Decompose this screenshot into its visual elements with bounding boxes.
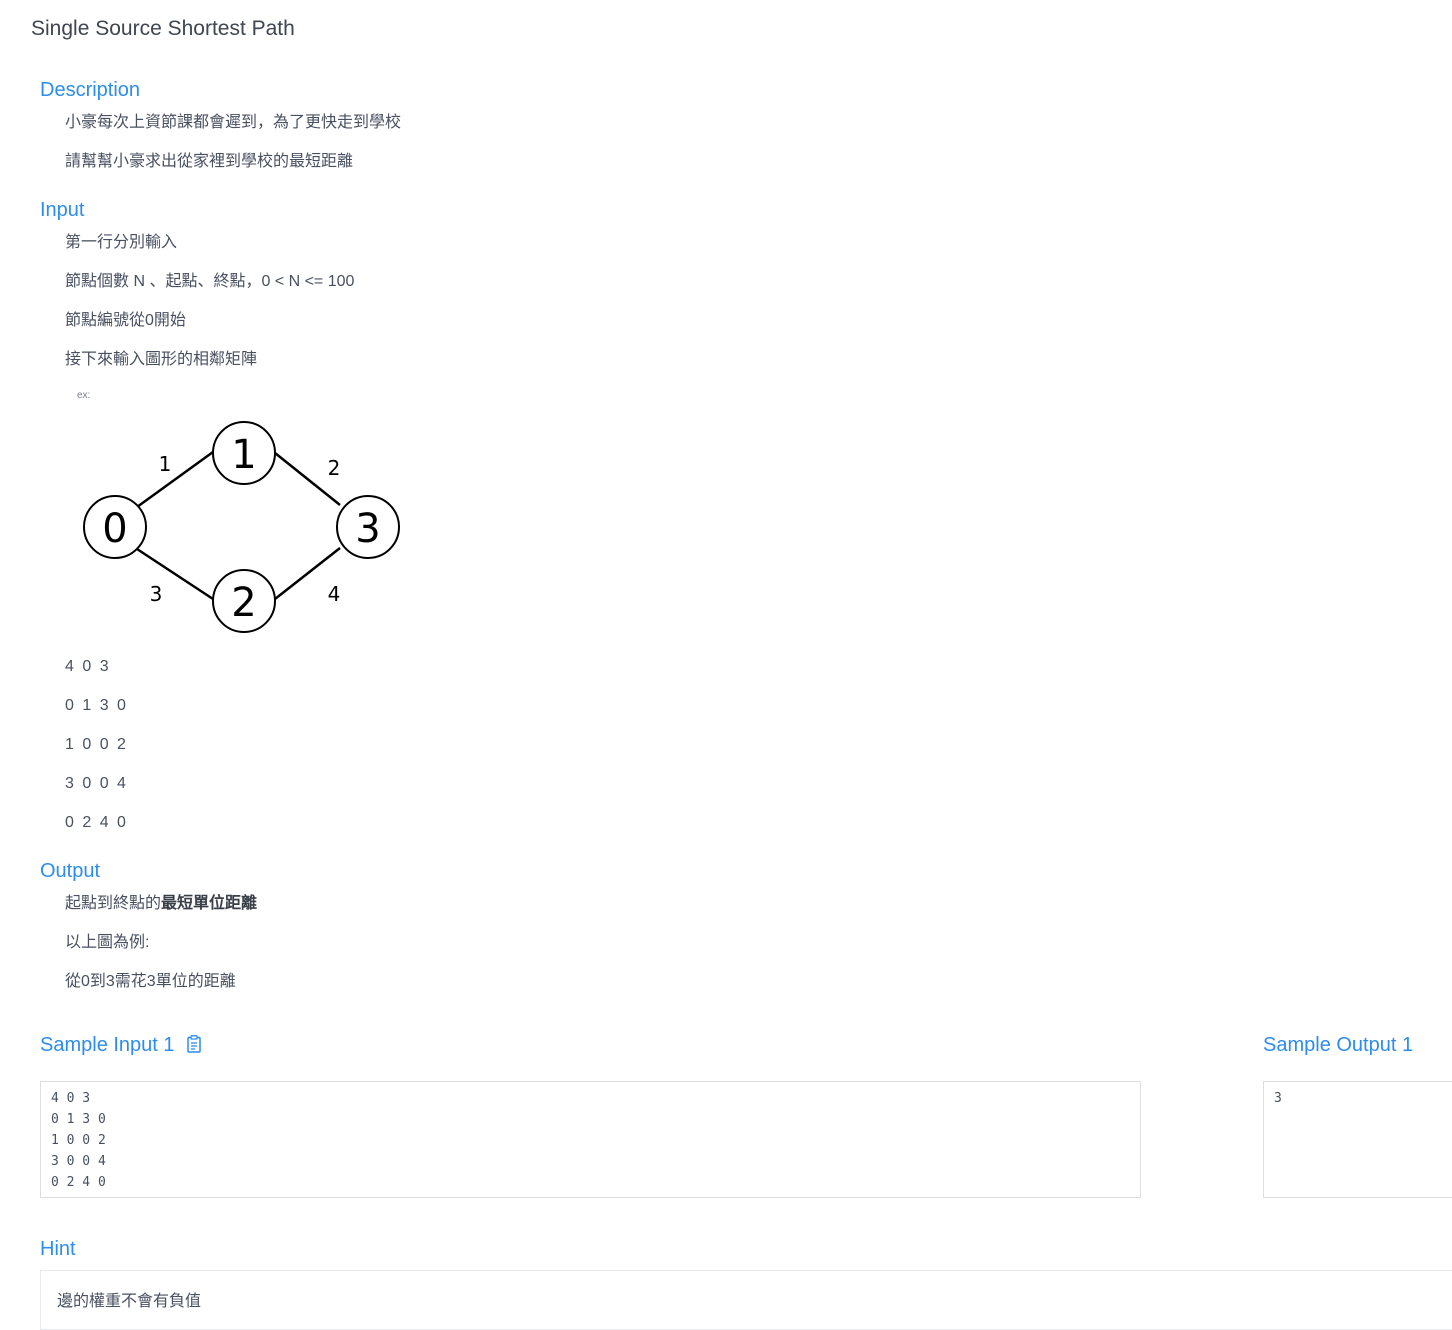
- description-heading: Description: [40, 79, 141, 101]
- matrix-line: 3 0 0 4: [65, 775, 128, 792]
- graph-edge: [136, 450, 214, 509]
- graph-node-label: 0: [102, 506, 127, 552]
- input-paragraph: 節點個數 N 、起點、終點，0 < N <= 100: [65, 273, 355, 290]
- input-heading: Input: [40, 199, 85, 221]
- hint-text: 邊的權重不會有負值: [57, 1293, 202, 1310]
- sample-output-box[interactable]: 3: [1263, 1081, 1452, 1198]
- matrix-line: 0 2 4 0: [65, 814, 128, 831]
- graph-node-label: 2: [231, 580, 256, 626]
- output-heading: Output: [40, 860, 101, 882]
- graph-edge-weight: 3: [150, 582, 163, 606]
- input-paragraph: 接下來輸入圖形的相鄰矩陣: [65, 351, 258, 368]
- input-paragraph: 節點編號從0開始: [65, 312, 186, 329]
- input-paragraph: 第一行分別輸入: [65, 234, 178, 251]
- graph-edge-weight: 1: [159, 452, 172, 476]
- clipboard-icon[interactable]: [186, 1035, 201, 1053]
- sample-input-title: Sample Input 1: [40, 1034, 175, 1056]
- sample-input-box[interactable]: 4 0 3 0 1 3 0 1 0 0 2 3 0 0 4 0 2 4 0: [40, 1081, 1141, 1198]
- output-bold-text: 最短單位距離: [161, 895, 258, 912]
- matrix-line: 1 0 0 2: [65, 736, 128, 753]
- description-paragraph: 小豪每次上資節課都會遲到，為了更快走到學校: [65, 114, 402, 131]
- sample-input-heading: Sample Input 1: [40, 1034, 201, 1057]
- hint-box: 邊的權重不會有負值: [40, 1270, 1452, 1330]
- output-text: 起點到終點的: [65, 895, 162, 912]
- output-paragraph: 從0到3需花3單位的距離: [65, 973, 236, 990]
- graph-node-label: 1: [231, 432, 256, 478]
- matrix-line: 0 1 3 0: [65, 697, 128, 714]
- page-title: Single Source Shortest Path: [31, 17, 295, 40]
- sample-output-heading: Sample Output 1: [1263, 1034, 1414, 1056]
- graph-edge: [136, 547, 214, 601]
- graph-node-label: 3: [355, 506, 380, 552]
- output-paragraph: 以上圖為例:: [65, 934, 150, 951]
- output-paragraph: 起點到終點的最短單位距離: [65, 894, 257, 914]
- graph-edge-weight: 4: [328, 582, 341, 606]
- matrix-line: 4 0 3: [65, 658, 111, 675]
- description-paragraph: 請幫幫小豪求出從家裡到學校的最短距離: [65, 153, 354, 170]
- hint-heading: Hint: [40, 1238, 76, 1260]
- graph-diagram: 0 1 2 3 1 2 3 4: [83, 421, 400, 633]
- graph-edge-weight: 2: [328, 456, 341, 480]
- example-label: ex:: [77, 390, 91, 401]
